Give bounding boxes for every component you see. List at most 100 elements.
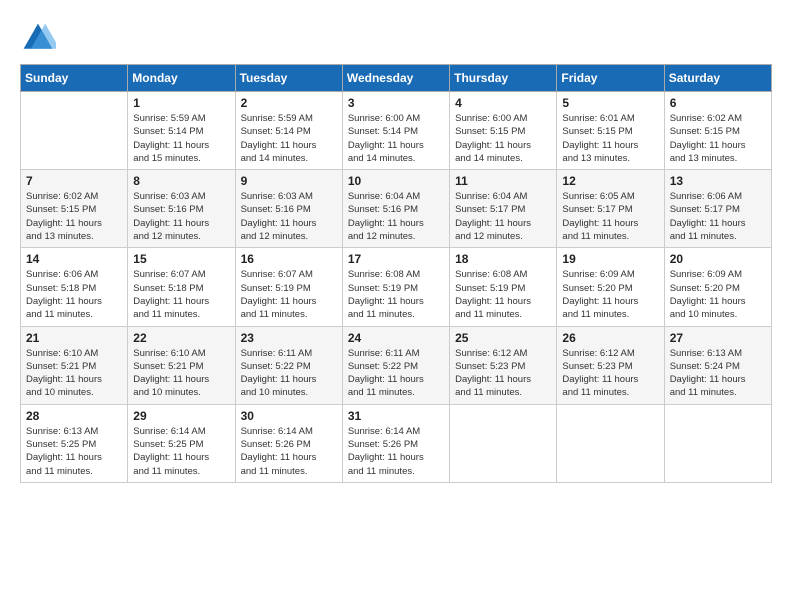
day-info: Sunrise: 6:07 AM Sunset: 5:18 PM Dayligh… bbox=[133, 268, 229, 321]
day-number: 22 bbox=[133, 331, 229, 345]
day-info: Sunrise: 6:05 AM Sunset: 5:17 PM Dayligh… bbox=[562, 190, 658, 243]
day-info: Sunrise: 6:02 AM Sunset: 5:15 PM Dayligh… bbox=[670, 112, 766, 165]
day-info: Sunrise: 6:04 AM Sunset: 5:16 PM Dayligh… bbox=[348, 190, 444, 243]
day-number: 30 bbox=[241, 409, 337, 423]
calendar-cell: 28Sunrise: 6:13 AM Sunset: 5:25 PM Dayli… bbox=[21, 404, 128, 482]
day-number: 7 bbox=[26, 174, 122, 188]
calendar-cell: 19Sunrise: 6:09 AM Sunset: 5:20 PM Dayli… bbox=[557, 248, 664, 326]
calendar-cell: 3Sunrise: 6:00 AM Sunset: 5:14 PM Daylig… bbox=[342, 92, 449, 170]
calendar-body: 1 Sunrise: 5:59 AM Sunset: 5:14 PM Daylig… bbox=[21, 92, 772, 483]
weekday-header-row: SundayMondayTuesdayWednesdayThursdayFrid… bbox=[21, 65, 772, 92]
day-number: 13 bbox=[670, 174, 766, 188]
day-number: 1 bbox=[133, 96, 229, 110]
day-number: 20 bbox=[670, 252, 766, 266]
calendar-cell: 29 Sunrise: 6:14 AM Sunset: 5:25 PM Dayli… bbox=[128, 404, 235, 482]
day-info: Sunrise: 6:11 AM Sunset: 5:22 PM Dayligh… bbox=[241, 347, 337, 400]
day-info: Sunrise: 6:14 AM Sunset: 5:25 PM Dayligh… bbox=[133, 425, 229, 478]
weekday-wednesday: Wednesday bbox=[342, 65, 449, 92]
logo-icon bbox=[20, 20, 56, 56]
day-number: 4 bbox=[455, 96, 551, 110]
day-info: Sunrise: 6:02 AM Sunset: 5:15 PM Dayligh… bbox=[26, 190, 122, 243]
calendar-cell: 12Sunrise: 6:05 AM Sunset: 5:17 PM Dayli… bbox=[557, 170, 664, 248]
weekday-monday: Monday bbox=[128, 65, 235, 92]
day-number: 17 bbox=[348, 252, 444, 266]
day-info: Sunrise: 6:07 AM Sunset: 5:19 PM Dayligh… bbox=[241, 268, 337, 321]
weekday-sunday: Sunday bbox=[21, 65, 128, 92]
day-number: 27 bbox=[670, 331, 766, 345]
logo bbox=[20, 20, 60, 56]
day-number: 16 bbox=[241, 252, 337, 266]
day-info: Sunrise: 6:01 AM Sunset: 5:15 PM Dayligh… bbox=[562, 112, 658, 165]
day-info: Sunrise: 6:06 AM Sunset: 5:17 PM Dayligh… bbox=[670, 190, 766, 243]
day-number: 14 bbox=[26, 252, 122, 266]
calendar-cell: 20Sunrise: 6:09 AM Sunset: 5:20 PM Dayli… bbox=[664, 248, 771, 326]
day-info: Sunrise: 6:12 AM Sunset: 5:23 PM Dayligh… bbox=[562, 347, 658, 400]
day-number: 18 bbox=[455, 252, 551, 266]
day-info: Sunrise: 6:08 AM Sunset: 5:19 PM Dayligh… bbox=[455, 268, 551, 321]
calendar-cell: 11 Sunrise: 6:04 AM Sunset: 5:17 PM Dayli… bbox=[450, 170, 557, 248]
calendar-cell: 4 Sunrise: 6:00 AM Sunset: 5:15 PM Daylig… bbox=[450, 92, 557, 170]
day-info: Sunrise: 6:03 AM Sunset: 5:16 PM Dayligh… bbox=[241, 190, 337, 243]
calendar-cell: 8 Sunrise: 6:03 AM Sunset: 5:16 PM Daylig… bbox=[128, 170, 235, 248]
day-info: Sunrise: 6:06 AM Sunset: 5:18 PM Dayligh… bbox=[26, 268, 122, 321]
calendar-cell: 15 Sunrise: 6:07 AM Sunset: 5:18 PM Dayli… bbox=[128, 248, 235, 326]
day-info: Sunrise: 6:03 AM Sunset: 5:16 PM Dayligh… bbox=[133, 190, 229, 243]
day-number: 23 bbox=[241, 331, 337, 345]
day-info: Sunrise: 6:13 AM Sunset: 5:24 PM Dayligh… bbox=[670, 347, 766, 400]
day-number: 5 bbox=[562, 96, 658, 110]
day-info: Sunrise: 6:13 AM Sunset: 5:25 PM Dayligh… bbox=[26, 425, 122, 478]
day-info: Sunrise: 6:04 AM Sunset: 5:17 PM Dayligh… bbox=[455, 190, 551, 243]
calendar-cell: 27 Sunrise: 6:13 AM Sunset: 5:24 PM Dayli… bbox=[664, 326, 771, 404]
day-info: Sunrise: 6:00 AM Sunset: 5:14 PM Dayligh… bbox=[348, 112, 444, 165]
calendar-week-5: 28Sunrise: 6:13 AM Sunset: 5:25 PM Dayli… bbox=[21, 404, 772, 482]
calendar-cell: 16 Sunrise: 6:07 AM Sunset: 5:19 PM Dayli… bbox=[235, 248, 342, 326]
day-number: 29 bbox=[133, 409, 229, 423]
day-number: 15 bbox=[133, 252, 229, 266]
day-info: Sunrise: 6:10 AM Sunset: 5:21 PM Dayligh… bbox=[26, 347, 122, 400]
day-number: 9 bbox=[241, 174, 337, 188]
day-number: 21 bbox=[26, 331, 122, 345]
calendar-cell: 25 Sunrise: 6:12 AM Sunset: 5:23 PM Dayli… bbox=[450, 326, 557, 404]
day-number: 25 bbox=[455, 331, 551, 345]
calendar-week-1: 1 Sunrise: 5:59 AM Sunset: 5:14 PM Daylig… bbox=[21, 92, 772, 170]
weekday-saturday: Saturday bbox=[664, 65, 771, 92]
calendar-cell: 9 Sunrise: 6:03 AM Sunset: 5:16 PM Daylig… bbox=[235, 170, 342, 248]
calendar-cell bbox=[664, 404, 771, 482]
day-number: 6 bbox=[670, 96, 766, 110]
calendar-week-2: 7 Sunrise: 6:02 AM Sunset: 5:15 PM Daylig… bbox=[21, 170, 772, 248]
calendar-week-4: 21 Sunrise: 6:10 AM Sunset: 5:21 PM Dayli… bbox=[21, 326, 772, 404]
calendar-cell: 21 Sunrise: 6:10 AM Sunset: 5:21 PM Dayli… bbox=[21, 326, 128, 404]
weekday-thursday: Thursday bbox=[450, 65, 557, 92]
calendar-cell: 18 Sunrise: 6:08 AM Sunset: 5:19 PM Dayli… bbox=[450, 248, 557, 326]
calendar-cell: 23 Sunrise: 6:11 AM Sunset: 5:22 PM Dayli… bbox=[235, 326, 342, 404]
calendar-cell: 5 Sunrise: 6:01 AM Sunset: 5:15 PM Daylig… bbox=[557, 92, 664, 170]
calendar-cell bbox=[21, 92, 128, 170]
day-info: Sunrise: 6:10 AM Sunset: 5:21 PM Dayligh… bbox=[133, 347, 229, 400]
calendar-cell: 31 Sunrise: 6:14 AM Sunset: 5:26 PM Dayli… bbox=[342, 404, 449, 482]
page-header bbox=[20, 20, 772, 56]
day-number: 26 bbox=[562, 331, 658, 345]
day-info: Sunrise: 6:11 AM Sunset: 5:22 PM Dayligh… bbox=[348, 347, 444, 400]
day-number: 8 bbox=[133, 174, 229, 188]
day-info: Sunrise: 6:14 AM Sunset: 5:26 PM Dayligh… bbox=[348, 425, 444, 478]
calendar-cell bbox=[450, 404, 557, 482]
day-number: 11 bbox=[455, 174, 551, 188]
day-info: Sunrise: 6:12 AM Sunset: 5:23 PM Dayligh… bbox=[455, 347, 551, 400]
calendar-cell: 14 Sunrise: 6:06 AM Sunset: 5:18 PM Dayli… bbox=[21, 248, 128, 326]
weekday-tuesday: Tuesday bbox=[235, 65, 342, 92]
day-number: 31 bbox=[348, 409, 444, 423]
weekday-friday: Friday bbox=[557, 65, 664, 92]
calendar-cell: 24Sunrise: 6:11 AM Sunset: 5:22 PM Dayli… bbox=[342, 326, 449, 404]
day-number: 2 bbox=[241, 96, 337, 110]
calendar-cell: 7 Sunrise: 6:02 AM Sunset: 5:15 PM Daylig… bbox=[21, 170, 128, 248]
calendar-cell: 10 Sunrise: 6:04 AM Sunset: 5:16 PM Dayli… bbox=[342, 170, 449, 248]
day-info: Sunrise: 6:00 AM Sunset: 5:15 PM Dayligh… bbox=[455, 112, 551, 165]
calendar-table: SundayMondayTuesdayWednesdayThursdayFrid… bbox=[20, 64, 772, 483]
day-number: 10 bbox=[348, 174, 444, 188]
calendar-cell: 17 Sunrise: 6:08 AM Sunset: 5:19 PM Dayli… bbox=[342, 248, 449, 326]
day-info: Sunrise: 6:08 AM Sunset: 5:19 PM Dayligh… bbox=[348, 268, 444, 321]
calendar-week-3: 14 Sunrise: 6:06 AM Sunset: 5:18 PM Dayli… bbox=[21, 248, 772, 326]
calendar-cell: 22 Sunrise: 6:10 AM Sunset: 5:21 PM Dayli… bbox=[128, 326, 235, 404]
day-info: Sunrise: 6:14 AM Sunset: 5:26 PM Dayligh… bbox=[241, 425, 337, 478]
day-info: Sunrise: 5:59 AM Sunset: 5:14 PM Dayligh… bbox=[241, 112, 337, 165]
